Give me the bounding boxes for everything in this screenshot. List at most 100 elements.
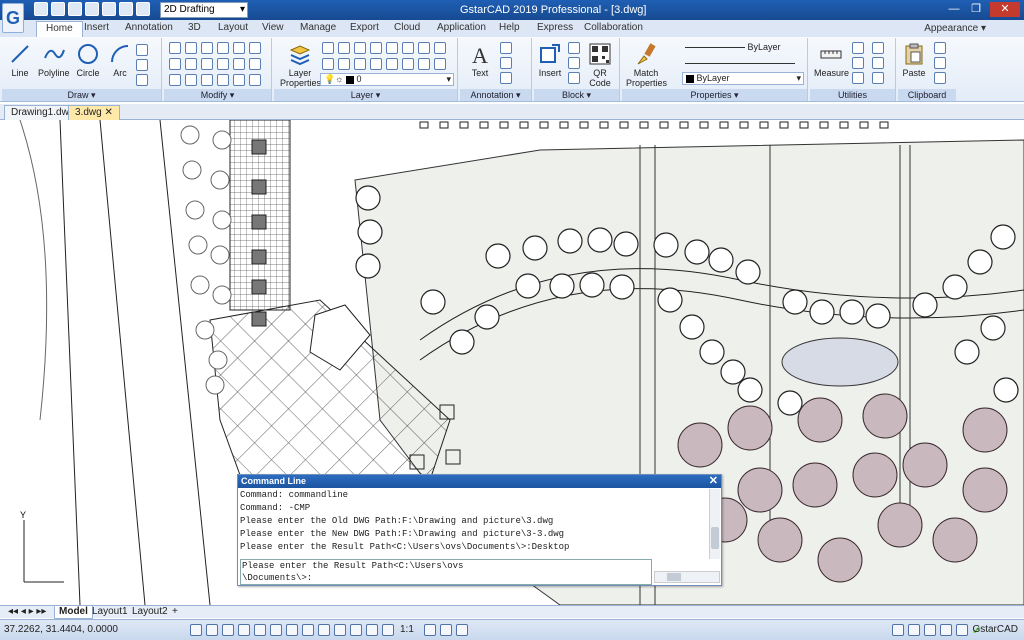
select-all-icon[interactable] — [872, 42, 884, 54]
command-input[interactable]: Please enter the Result Path<C:\Users\ov… — [240, 559, 652, 585]
layer-current-icon[interactable] — [386, 58, 398, 70]
doc-tab-3dwg[interactable]: 3.dwg ✕ — [68, 105, 120, 120]
layer-walk-icon[interactable] — [418, 42, 430, 54]
clean-screen-icon[interactable] — [956, 624, 968, 636]
layer-unisolate-icon[interactable] — [338, 58, 350, 70]
grid-icon[interactable] — [190, 624, 202, 636]
scrollbar-thumb[interactable] — [667, 573, 681, 581]
new-icon[interactable] — [34, 2, 48, 16]
move-icon[interactable] — [169, 42, 181, 54]
minimize-button[interactable]: — — [944, 2, 964, 17]
undo-icon[interactable] — [119, 2, 133, 16]
tab-view[interactable]: View — [262, 22, 284, 33]
extend-icon[interactable] — [185, 58, 197, 70]
panel-title-properties[interactable]: Properties ▾ — [622, 89, 807, 101]
id-point-icon[interactable] — [852, 72, 864, 84]
dyn-icon[interactable] — [302, 624, 314, 636]
layer-dropdown[interactable]: 💡☼ 0 ▾ — [320, 73, 454, 86]
cut-icon[interactable] — [934, 57, 946, 69]
chamfer-icon[interactable] — [217, 58, 229, 70]
annotation-visibility-icon[interactable] — [424, 624, 436, 636]
fillet-icon[interactable] — [201, 58, 213, 70]
appearance-menu[interactable]: Appearance ▾ — [924, 23, 986, 34]
line-button[interactable]: Line — [8, 42, 32, 78]
calculator-icon[interactable] — [852, 57, 864, 69]
print-icon[interactable] — [102, 2, 116, 16]
layer-prev-icon[interactable] — [402, 42, 414, 54]
ducs-icon[interactable] — [286, 624, 298, 636]
tab-collaboration[interactable]: Collaboration — [584, 22, 643, 33]
table-icon[interactable] — [500, 42, 512, 54]
lengthen-icon[interactable] — [249, 74, 261, 86]
create-block-icon[interactable] — [568, 42, 580, 54]
copy-clip-icon[interactable] — [934, 42, 946, 54]
tab-express[interactable]: Express — [537, 22, 573, 33]
selection-cycling-icon[interactable] — [350, 624, 362, 636]
layer-match-icon[interactable] — [386, 42, 398, 54]
auto-scale-icon[interactable] — [440, 624, 452, 636]
command-history-scrollbar[interactable] — [709, 489, 720, 559]
copy-base-icon[interactable] — [934, 72, 946, 84]
tab-insert[interactable]: Insert — [84, 22, 109, 33]
circle-button[interactable]: Circle — [76, 42, 100, 78]
hardware-accel-icon[interactable] — [924, 624, 936, 636]
workspace-icon[interactable] — [456, 624, 468, 636]
close-icon[interactable]: ✕ — [104, 107, 112, 118]
polar-icon[interactable] — [238, 624, 250, 636]
close-icon[interactable]: ✕ — [709, 475, 718, 487]
paste-button[interactable]: Paste — [902, 42, 926, 78]
annotation-monitor-icon[interactable] — [366, 624, 378, 636]
layer-freeze-icon[interactable] — [354, 42, 366, 54]
osnap-icon[interactable] — [254, 624, 266, 636]
match-properties-button[interactable]: Match Properties — [626, 42, 667, 88]
transparency-icon[interactable] — [334, 624, 346, 636]
array-icon[interactable] — [233, 58, 245, 70]
layer-delete-icon[interactable] — [418, 58, 430, 70]
panel-title-clipboard[interactable]: Clipboard — [898, 89, 956, 101]
layer-properties-button[interactable]: Layer Properties — [280, 42, 321, 88]
tab-annotation[interactable]: Annotation — [125, 22, 173, 33]
scale-icon[interactable] — [249, 42, 261, 54]
isolate-objects-icon[interactable] — [940, 624, 952, 636]
save-as-icon[interactable] — [85, 2, 99, 16]
layer-state-icon[interactable] — [434, 58, 446, 70]
workspace-select[interactable]: 2D Drafting ▾ — [160, 2, 248, 18]
lineweight-icon[interactable] — [318, 624, 330, 636]
list-icon[interactable] — [872, 72, 884, 84]
break-icon[interactable] — [201, 74, 213, 86]
tab-layout2[interactable]: Layout2 — [128, 606, 172, 619]
linetype-dropdown[interactable] — [682, 58, 802, 71]
arc-button[interactable]: Arc — [108, 42, 132, 78]
ortho-icon[interactable] — [222, 624, 234, 636]
rotate-icon[interactable] — [217, 42, 229, 54]
redo-icon[interactable] — [136, 2, 150, 16]
rectangle-icon[interactable] — [136, 59, 148, 71]
command-line-header[interactable]: Command Line ✕ — [238, 475, 721, 488]
panel-title-draw[interactable]: Draw ▾ — [2, 89, 161, 101]
offset-icon[interactable] — [249, 58, 261, 70]
color-dropdown[interactable]: ByLayer ▾ — [682, 72, 804, 85]
layout-nav-buttons[interactable]: ◂◂ ◂ ▸ ▸▸ — [4, 606, 50, 619]
command-input-scrollbar[interactable] — [654, 571, 720, 583]
panel-title-modify[interactable]: Modify ▾ — [164, 89, 271, 101]
snap-icon[interactable] — [206, 624, 218, 636]
panel-title-utilities[interactable]: Utilities — [810, 89, 895, 101]
text-button[interactable]: A Text — [468, 42, 492, 78]
qr-code-button[interactable]: QR Code — [588, 42, 612, 88]
copy-icon[interactable] — [185, 42, 197, 54]
restore-button[interactable]: ❐ — [966, 2, 986, 17]
layer-lock-icon[interactable] — [370, 42, 382, 54]
point-icon[interactable] — [136, 44, 148, 56]
tab-export[interactable]: Export — [350, 22, 379, 33]
panel-title-annotation[interactable]: Annotation ▾ — [460, 89, 531, 101]
tab-application[interactable]: Application — [437, 22, 486, 33]
app-logo[interactable]: G — [2, 3, 24, 33]
polyline-button[interactable]: Polyline — [38, 42, 70, 78]
join-icon[interactable] — [217, 74, 229, 86]
layer-merge-icon[interactable] — [434, 42, 446, 54]
edit-block-icon[interactable] — [568, 57, 580, 69]
layer-off-icon[interactable] — [322, 42, 334, 54]
layer-isolate-icon[interactable] — [338, 42, 350, 54]
tab-layout1[interactable]: Layout1 — [88, 606, 132, 619]
leader-icon[interactable] — [500, 72, 512, 84]
